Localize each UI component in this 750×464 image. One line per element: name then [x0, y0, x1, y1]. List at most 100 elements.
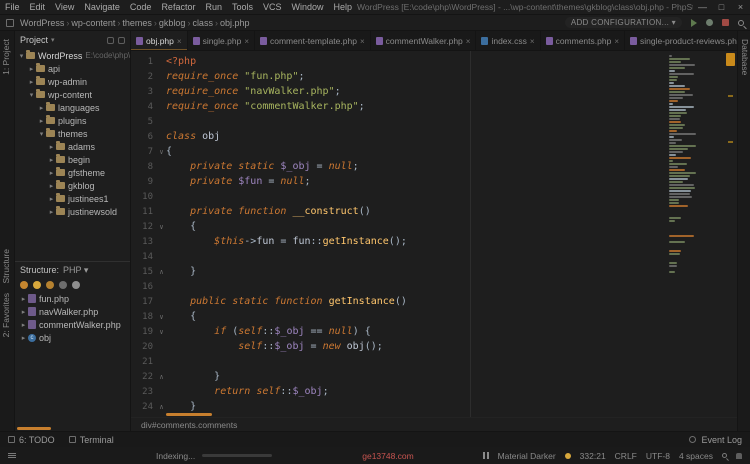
tree-item-plugins[interactable]: ▸ plugins: [15, 114, 130, 127]
show-fields-icon[interactable]: [46, 281, 54, 289]
tab-comments.php[interactable]: comments.php ×: [541, 31, 625, 50]
tab-comment-template.php[interactable]: comment-template.php ×: [255, 31, 371, 50]
menu-window[interactable]: Window: [287, 2, 329, 12]
chevron-right-icon[interactable]: ▸: [27, 78, 36, 86]
code-line[interactable]: 3 require_once "navWalker.php";: [131, 84, 737, 99]
error-stripe[interactable]: [726, 53, 735, 415]
menu-navigate[interactable]: Navigate: [79, 2, 125, 12]
code-line[interactable]: 8 private static $_obj = null;: [131, 159, 737, 174]
line-number[interactable]: 23: [131, 387, 157, 397]
line-number[interactable]: 17: [131, 297, 157, 307]
structure-item-obj[interactable]: ▸ c obj: [15, 331, 130, 344]
chevron-right-icon[interactable]: ▸: [19, 334, 28, 342]
breadcrumb-item[interactable]: obj.php: [218, 18, 252, 28]
code-editor[interactable]: 1 <?php 2 require_once "fun.php"; 3 require_o…: [131, 51, 737, 417]
code-line[interactable]: 4 require_once "commentWalker.php";: [131, 99, 737, 114]
stop-icon[interactable]: [722, 19, 729, 26]
caret-position[interactable]: 332:21: [580, 451, 606, 461]
menu-code[interactable]: Code: [125, 2, 157, 12]
code-line[interactable]: 2 require_once "fun.php";: [131, 69, 737, 84]
debug-icon[interactable]: [706, 19, 713, 26]
code-line[interactable]: 13 $this->fun = fun::getInstance();: [131, 234, 737, 249]
fold-icon[interactable]: ∨: [157, 148, 166, 156]
chevron-right-icon[interactable]: ▸: [47, 156, 56, 164]
tool-stripe-database[interactable]: Database: [740, 39, 750, 75]
warning-tick[interactable]: [728, 95, 733, 97]
structure-item-navWalker.php[interactable]: ▸ navWalker.php: [15, 305, 130, 318]
fold-icon[interactable]: ∨: [157, 328, 166, 336]
line-number[interactable]: 24: [131, 402, 157, 412]
close-icon[interactable]: ×: [731, 2, 750, 12]
line-number[interactable]: 2: [131, 72, 157, 82]
chevron-right-icon[interactable]: ▸: [19, 295, 28, 303]
tree-item-justinees1[interactable]: ▸ justinees1: [15, 192, 130, 205]
line-number[interactable]: 3: [131, 87, 157, 97]
fold-icon[interactable]: ∧: [157, 373, 166, 381]
code-line[interactable]: 16: [131, 279, 737, 294]
chevron-right-icon[interactable]: ▸: [47, 182, 56, 190]
chevron-right-icon[interactable]: ▸: [37, 117, 46, 125]
chevron-right-icon[interactable]: ▸: [27, 65, 36, 73]
tab-close-icon[interactable]: ×: [177, 37, 182, 46]
tab-commentWalker.php[interactable]: commentWalker.php ×: [371, 31, 477, 50]
indent-setting[interactable]: 4 spaces: [679, 451, 713, 461]
tool-stripe-structure[interactable]: Structure: [1, 249, 11, 284]
code-line[interactable]: 5: [131, 114, 737, 129]
code-line[interactable]: 17 public static function getInstance(): [131, 294, 737, 309]
breadcrumb-item[interactable]: themes: [120, 18, 154, 28]
collapse-all-icon[interactable]: [118, 36, 125, 44]
line-number[interactable]: 13: [131, 237, 157, 247]
line-number[interactable]: 15: [131, 267, 157, 277]
menu-help[interactable]: Help: [329, 2, 358, 12]
code-line[interactable]: 15 ∧ }: [131, 264, 737, 279]
tree-item-api[interactable]: ▸ api: [15, 62, 130, 75]
fold-icon[interactable]: ∨: [157, 313, 166, 321]
sort-by-visibility-icon[interactable]: [33, 281, 41, 289]
editor-breadcrumb[interactable]: div#comments.comments: [141, 420, 237, 430]
fold-icon[interactable]: ∧: [157, 268, 166, 276]
line-number[interactable]: 21: [131, 357, 157, 367]
tab-close-icon[interactable]: ×: [530, 37, 535, 46]
todo-toolwindow-button[interactable]: 6: TODO: [8, 435, 55, 445]
project-panel-title[interactable]: Project: [20, 35, 48, 45]
chevron-down-icon[interactable]: ▾: [37, 130, 46, 138]
code-line[interactable]: 10: [131, 189, 737, 204]
line-number[interactable]: 10: [131, 192, 157, 202]
line-number[interactable]: 9: [131, 177, 157, 187]
code-line[interactable]: 7 ∨{: [131, 144, 737, 159]
terminal-toolwindow-button[interactable]: Terminal: [68, 435, 114, 445]
tree-item-languages[interactable]: ▸ languages: [15, 101, 130, 114]
tab-close-icon[interactable]: ×: [360, 37, 365, 46]
code-line[interactable]: 12 ∨ {: [131, 219, 737, 234]
theme-accent-icon[interactable]: [564, 452, 571, 459]
tool-stripe-favorites[interactable]: 2: Favorites: [1, 293, 11, 337]
tab-obj.php[interactable]: obj.php ×: [131, 31, 188, 50]
chevron-down-icon[interactable]: ▾: [17, 52, 26, 60]
structure-filter[interactable]: PHP ▾: [63, 265, 88, 276]
code-line[interactable]: 19 ∨ if (self::$_obj == null) {: [131, 324, 737, 339]
menu-view[interactable]: View: [50, 2, 79, 12]
line-number[interactable]: 22: [131, 372, 157, 382]
tree-item-gkblog[interactable]: ▸ gkblog: [15, 179, 130, 192]
line-number[interactable]: 7: [131, 147, 157, 157]
line-number[interactable]: 6: [131, 132, 157, 142]
tab-close-icon[interactable]: ×: [614, 37, 619, 46]
menu-edit[interactable]: Edit: [25, 2, 51, 12]
search-everywhere-icon[interactable]: [738, 19, 744, 26]
tab-single-product-reviews.php[interactable]: single-product-reviews.php×: [625, 31, 737, 50]
breadcrumb-item[interactable]: class: [190, 18, 215, 28]
chevron-right-icon[interactable]: ▸: [47, 195, 56, 203]
inspections-icon[interactable]: [722, 453, 727, 458]
run-icon[interactable]: [691, 18, 697, 27]
line-number[interactable]: 5: [131, 117, 157, 127]
tree-item-begin[interactable]: ▸ begin: [15, 153, 130, 166]
code-line[interactable]: 20 self::$_obj = new obj();: [131, 339, 737, 354]
line-number[interactable]: 8: [131, 162, 157, 172]
code-line[interactable]: 1 <?php: [131, 54, 737, 69]
chevron-down-icon[interactable]: ▾: [27, 91, 36, 99]
tree-item-wp-admin[interactable]: ▸ wp-admin: [15, 75, 130, 88]
menu-refactor[interactable]: Refactor: [156, 2, 200, 12]
line-number[interactable]: 4: [131, 102, 157, 112]
line-number[interactable]: 18: [131, 312, 157, 322]
tab-close-icon[interactable]: ×: [244, 37, 249, 46]
